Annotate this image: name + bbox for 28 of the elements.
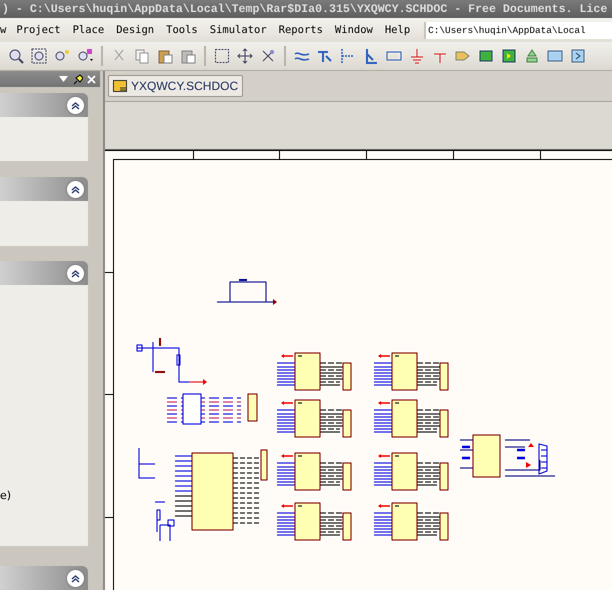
double-chevron-icon — [71, 268, 80, 278]
zoom-area-icon[interactable] — [29, 46, 49, 66]
collapse-button[interactable] — [67, 264, 84, 282]
double-chevron-icon — [71, 574, 80, 582]
collapse-button[interactable] — [67, 180, 84, 198]
window-title: ) - C:\Users\huqin\AppData\Local\Temp\Rar$DIa0.315\YXQWCY.SCHDOC - Free Documents. Lice — [2, 2, 608, 16]
double-chevron-icon — [71, 184, 80, 194]
pin-icon[interactable] — [72, 74, 83, 84]
document-tab[interactable]: YXQWCY.SCHDOC — [108, 75, 244, 97]
menu-item[interactable]: Help — [384, 24, 410, 36]
collapse-button[interactable] — [67, 96, 84, 114]
menu-item[interactable]: Simulator — [210, 24, 267, 36]
menu-item[interactable]: Design — [116, 24, 154, 36]
menu-item[interactable]: Reports — [278, 24, 323, 36]
selection-box-icon[interactable] — [212, 46, 232, 66]
collapse-button[interactable] — [67, 570, 84, 586]
schematic-file-icon — [113, 80, 127, 92]
menu-item[interactable]: Tools — [166, 24, 198, 36]
close-icon[interactable] — [87, 74, 96, 84]
dropdown-icon[interactable] — [59, 76, 68, 82]
move-icon[interactable] — [235, 46, 255, 66]
menu-item[interactable]: w — [0, 24, 6, 36]
panel-text: e) — [0, 489, 12, 502]
menu-item[interactable]: Place — [72, 24, 104, 36]
menu-item[interactable]: Window — [334, 24, 373, 36]
menu-item[interactable]: Project — [16, 24, 61, 36]
path-field[interactable]: C:\Users\huqin\AppData\Local — [424, 22, 612, 38]
double-chevron-icon — [71, 100, 80, 110]
